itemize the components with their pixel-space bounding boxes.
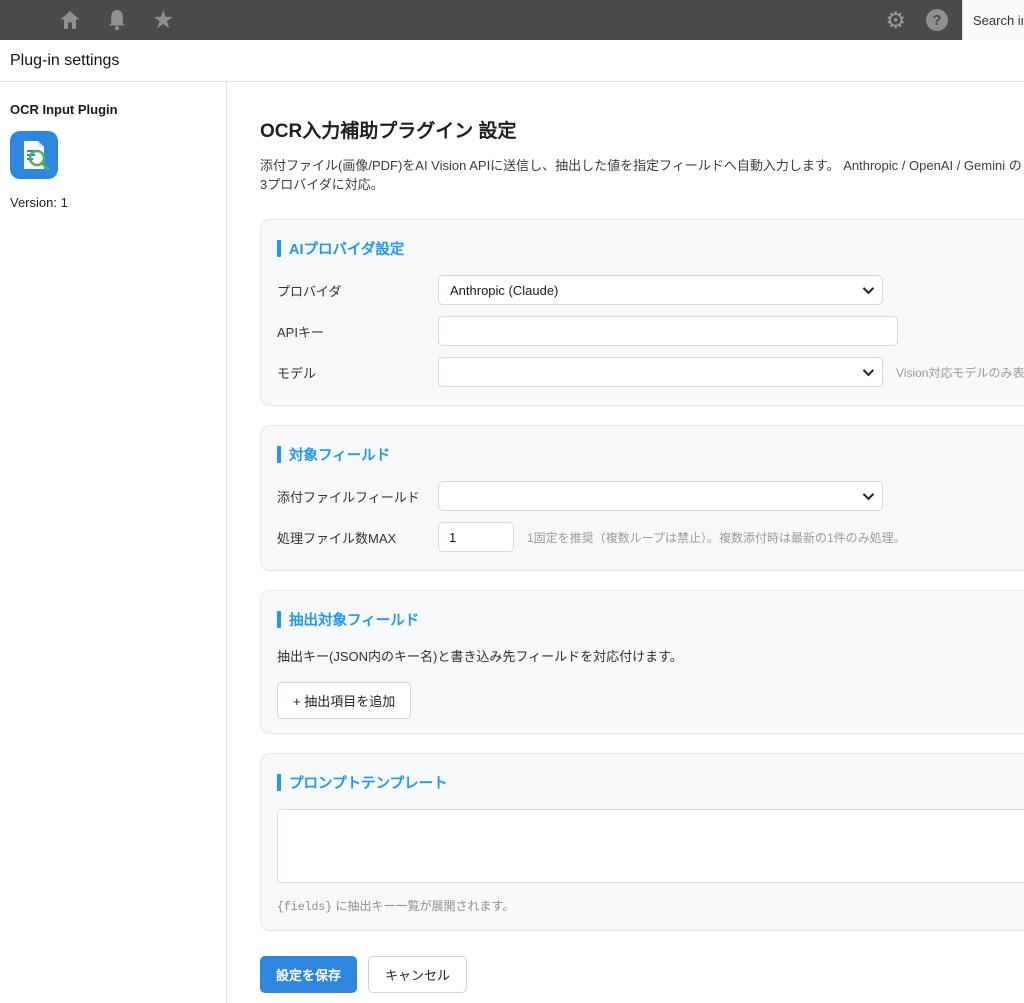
prompt-template-textarea[interactable] bbox=[277, 809, 1024, 883]
search-input[interactable] bbox=[971, 12, 1024, 29]
chevron-down-icon bbox=[863, 365, 874, 376]
section-accent-bar bbox=[277, 240, 281, 257]
chevron-down-icon bbox=[863, 489, 874, 500]
extract-description: 抽出キー(JSON内のキー名)と書き込み先フィールドを対応付けます。 bbox=[277, 646, 1024, 665]
model-select[interactable] bbox=[438, 357, 883, 387]
prompt-note: {fields} に抽出キー一覧が展開されます。 bbox=[277, 897, 1024, 914]
prompt-note-code: {fields} bbox=[277, 901, 332, 914]
section-ai-provider: AIプロバイダ設定 プロバイダ Anthropic (Claude) APIキー… bbox=[260, 219, 1024, 406]
section-accent-bar bbox=[277, 774, 281, 791]
provider-selected-value: Anthropic (Claude) bbox=[450, 283, 558, 298]
prompt-note-text: に抽出キー一覧が展開されます。 bbox=[332, 899, 514, 913]
star-icon[interactable]: ★ bbox=[152, 8, 174, 33]
add-extract-item-button[interactable]: + 抽出項目を追加 bbox=[277, 682, 411, 719]
save-settings-button[interactable]: 設定を保存 bbox=[260, 956, 357, 993]
file-field-label: 添付ファイルフィールド bbox=[277, 487, 438, 506]
section-title: AIプロバイダ設定 bbox=[289, 238, 404, 259]
api-key-label: APIキー bbox=[277, 322, 438, 341]
max-files-note: 1固定を推奨（複数ループは禁止）。複数添付時は最新の1件のみ処理。 bbox=[527, 529, 906, 546]
provider-label: プロバイダ bbox=[277, 281, 438, 300]
plugin-name: OCR Input Plugin bbox=[10, 102, 216, 117]
section-title: 対象フィールド bbox=[289, 444, 390, 465]
plugin-sidebar: OCR Input Plugin Version: 1 bbox=[0, 82, 227, 1003]
app-header: ★ ⚙ ? bbox=[0, 0, 1024, 40]
provider-select[interactable]: Anthropic (Claude) bbox=[438, 275, 883, 305]
section-target-fields: 対象フィールド 添付ファイルフィールド 処理ファイル数MAX 1固定を推奨（複数… bbox=[260, 425, 1024, 571]
max-files-input[interactable] bbox=[438, 522, 514, 552]
settings-description: 添付ファイル(画像/PDF)をAI Vision APIに送信し、抽出した値を指… bbox=[260, 155, 1024, 193]
settings-title: OCR入力補助プラグイン 設定 bbox=[260, 116, 1024, 143]
section-extract-fields: 抽出対象フィールド 抽出キー(JSON内のキー名)と書き込み先フィールドを対応付… bbox=[260, 590, 1024, 734]
plugin-version: Version: 1 bbox=[10, 195, 216, 210]
file-field-select[interactable] bbox=[438, 481, 883, 511]
api-key-input[interactable] bbox=[438, 316, 898, 346]
model-note: Vision対応モデルのみ表示 bbox=[896, 364, 1024, 381]
home-icon[interactable] bbox=[58, 8, 82, 32]
bell-icon[interactable] bbox=[106, 8, 128, 32]
model-label: モデル bbox=[277, 363, 438, 382]
cancel-button[interactable]: キャンセル bbox=[368, 956, 467, 993]
chevron-down-icon bbox=[863, 283, 874, 294]
section-prompt-template: プロンプトテンプレート {fields} に抽出キー一覧が展開されます。 bbox=[260, 753, 1024, 931]
page-title: Plug-in settings bbox=[0, 40, 1024, 82]
gear-icon[interactable]: ⚙ bbox=[885, 9, 906, 32]
section-title: プロンプトテンプレート bbox=[289, 772, 448, 793]
help-icon[interactable]: ? bbox=[926, 9, 948, 31]
section-title: 抽出対象フィールド bbox=[289, 609, 419, 630]
plugin-logo-icon bbox=[10, 131, 58, 179]
app-search[interactable] bbox=[962, 0, 1024, 40]
section-accent-bar bbox=[277, 611, 281, 628]
hamburger-menu-icon[interactable] bbox=[12, 12, 34, 29]
max-files-label: 処理ファイル数MAX bbox=[277, 528, 438, 547]
section-accent-bar bbox=[277, 446, 281, 463]
